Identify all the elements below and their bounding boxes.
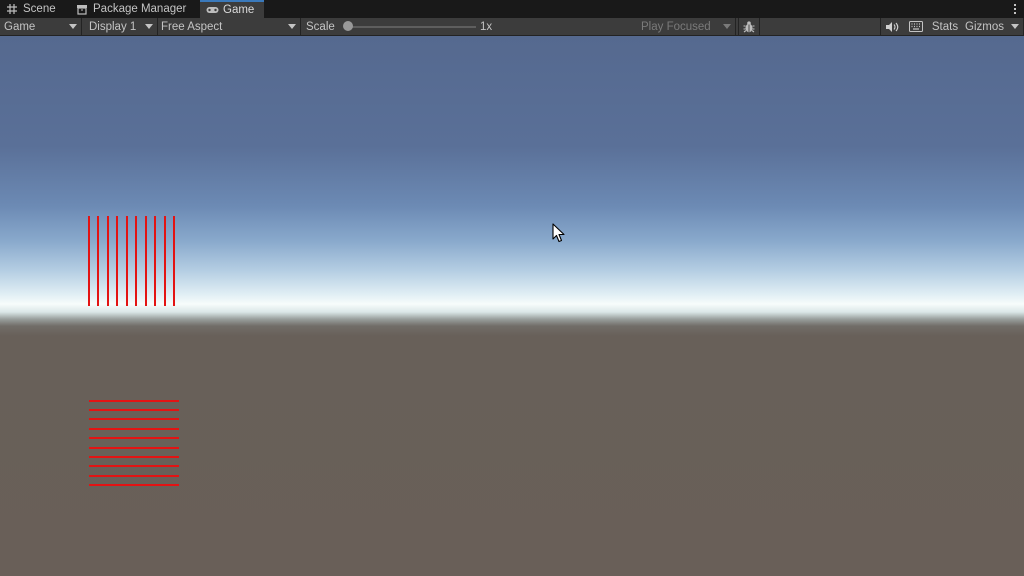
gizmos-dropdown[interactable]: Gizmos — [962, 18, 1024, 35]
vertical-red-line — [126, 216, 128, 306]
chevron-down-icon — [288, 24, 296, 29]
horizontal-red-line — [89, 447, 179, 449]
horizontal-red-line — [89, 465, 179, 467]
aspect-value: Free Aspect — [161, 20, 223, 33]
display-dropdown[interactable]: Display 1 — [84, 18, 158, 35]
more-options-icon[interactable] — [1012, 2, 1018, 16]
vertical-red-line — [145, 216, 147, 306]
horizontal-red-line — [89, 418, 179, 420]
horizontal-red-line — [89, 484, 179, 486]
grid-icon — [6, 3, 18, 15]
horizontal-red-line — [89, 456, 179, 458]
bug-icon[interactable] — [738, 18, 760, 35]
vertical-red-line — [88, 216, 90, 306]
vertical-red-line — [107, 216, 109, 306]
tab-label: Package Manager — [93, 3, 187, 15]
vertical-red-line — [164, 216, 166, 306]
chevron-down-icon — [723, 24, 731, 29]
horizontal-red-line — [89, 428, 179, 430]
horizontal-red-line — [89, 475, 179, 477]
game-view-viewport[interactable] — [0, 36, 1024, 576]
tab-scene[interactable]: Scene — [0, 0, 66, 18]
gizmos-label: Gizmos — [965, 20, 1004, 33]
play-mode-dropdown[interactable]: Play Focused — [636, 18, 736, 35]
scale-value: 1x — [480, 20, 493, 33]
speaker-icon[interactable] — [880, 18, 902, 35]
scale-label: Scale — [306, 20, 335, 33]
keyboard-icon[interactable] — [904, 18, 928, 35]
aspect-dropdown[interactable]: Free Aspect — [158, 18, 301, 35]
horizontal-red-line — [89, 409, 179, 411]
tab-game[interactable]: Game — [200, 0, 264, 18]
vertical-red-line — [116, 216, 118, 306]
scale-slider-track — [346, 26, 476, 28]
mouse-pointer-icon — [552, 223, 565, 243]
play-mode-value: Play Focused — [641, 20, 711, 33]
horizontal-red-line — [89, 437, 179, 439]
editor-tab-bar: Scene Package Manager Game — [0, 0, 1024, 18]
chevron-down-icon — [145, 24, 153, 29]
tab-label: Game — [223, 4, 255, 16]
tab-label: Scene — [23, 3, 56, 15]
gamepad-icon — [206, 4, 219, 16]
chevron-down-icon — [1011, 24, 1019, 29]
stats-button[interactable]: Stats — [928, 18, 962, 35]
vertical-red-line — [154, 216, 156, 306]
package-icon — [76, 3, 88, 15]
vertical-red-line — [97, 216, 99, 306]
game-view-toolbar: Game Display 1 Free Aspect Scale 1x Play… — [0, 18, 1024, 36]
view-mode-dropdown[interactable]: Game — [0, 18, 82, 35]
scale-slider-thumb[interactable] — [343, 21, 353, 31]
horizontal-red-line — [89, 400, 179, 402]
display-value: Display 1 — [89, 20, 137, 33]
scale-slider[interactable] — [343, 18, 476, 35]
vertical-red-line — [173, 216, 175, 306]
view-mode-value: Game — [4, 20, 36, 33]
tab-package-manager[interactable]: Package Manager — [70, 0, 200, 18]
chevron-down-icon — [69, 24, 77, 29]
vertical-red-line — [135, 216, 137, 306]
